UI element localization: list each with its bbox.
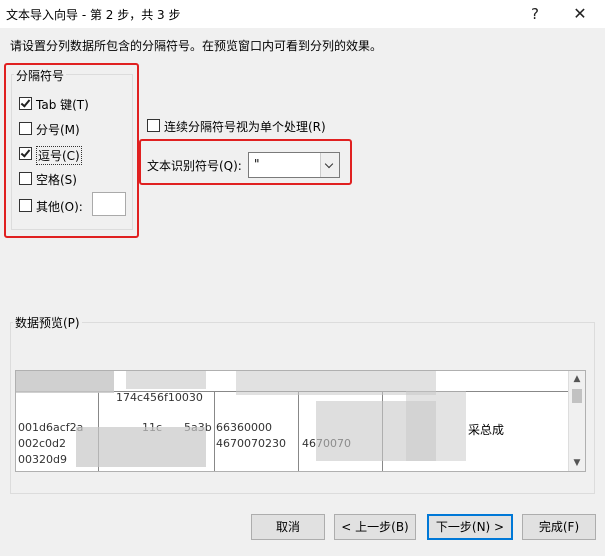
next-button[interactable]: 下一步(N) > xyxy=(427,514,513,540)
preview-column-divider xyxy=(298,391,299,471)
redaction-block xyxy=(76,427,206,467)
preview-cell: 4670070230 xyxy=(216,437,286,450)
annotation-highlight-delimiters xyxy=(4,63,139,238)
redaction-block xyxy=(16,371,114,393)
data-preview-legend: 数据预览(P) xyxy=(13,314,82,331)
previous-button[interactable]: < 上一步(B) xyxy=(334,514,416,540)
scroll-down-icon[interactable]: ▼ xyxy=(569,455,585,471)
preview-row: 002c0d2 xyxy=(18,437,67,450)
annotation-highlight-qualifier xyxy=(139,139,352,185)
finish-button[interactable]: 完成(F) xyxy=(522,514,596,540)
preview-vertical-scrollbar[interactable]: ▲ ▼ xyxy=(568,371,585,471)
redaction-block xyxy=(406,391,466,461)
preview-column-divider xyxy=(214,391,215,471)
cancel-button[interactable]: 取消 xyxy=(251,514,325,540)
instruction-text: 请设置分列数据所包含的分隔符号。在预览窗口内可看到分列的效果。 xyxy=(10,39,383,53)
preview-header-fragment: 174c456f10030 xyxy=(116,391,203,404)
consecutive-delimiters-label: 连续分隔符号视为单个处理(R) xyxy=(164,120,326,134)
preview-row: 001d6acf2a xyxy=(18,421,84,434)
redaction-block xyxy=(126,371,206,389)
title-bar: 文本导入向导 - 第 2 步，共 3 步 ? ✕ xyxy=(0,0,605,28)
scroll-thumb[interactable] xyxy=(572,389,582,403)
preview-cell: 66360000 xyxy=(216,421,272,434)
close-button[interactable]: ✕ xyxy=(565,2,595,26)
background-scrollbar-strip xyxy=(600,28,605,556)
window-title: 文本导入向导 - 第 2 步，共 3 步 xyxy=(6,8,181,22)
preview-cell: 采总成 xyxy=(468,423,505,437)
preview-row: 00320d9 xyxy=(18,453,67,466)
help-button[interactable]: ? xyxy=(520,2,550,26)
data-preview-area[interactable]: 174c456f10030 001d6acf2a 002c0d2 00320d9… xyxy=(15,370,586,472)
consecutive-delimiters-checkbox[interactable] xyxy=(147,119,160,132)
text-import-wizard-window: 文本导入向导 - 第 2 步，共 3 步 ? ✕ 请设置分列数据所包含的分隔符号… xyxy=(0,0,605,556)
scroll-up-icon[interactable]: ▲ xyxy=(569,371,585,387)
